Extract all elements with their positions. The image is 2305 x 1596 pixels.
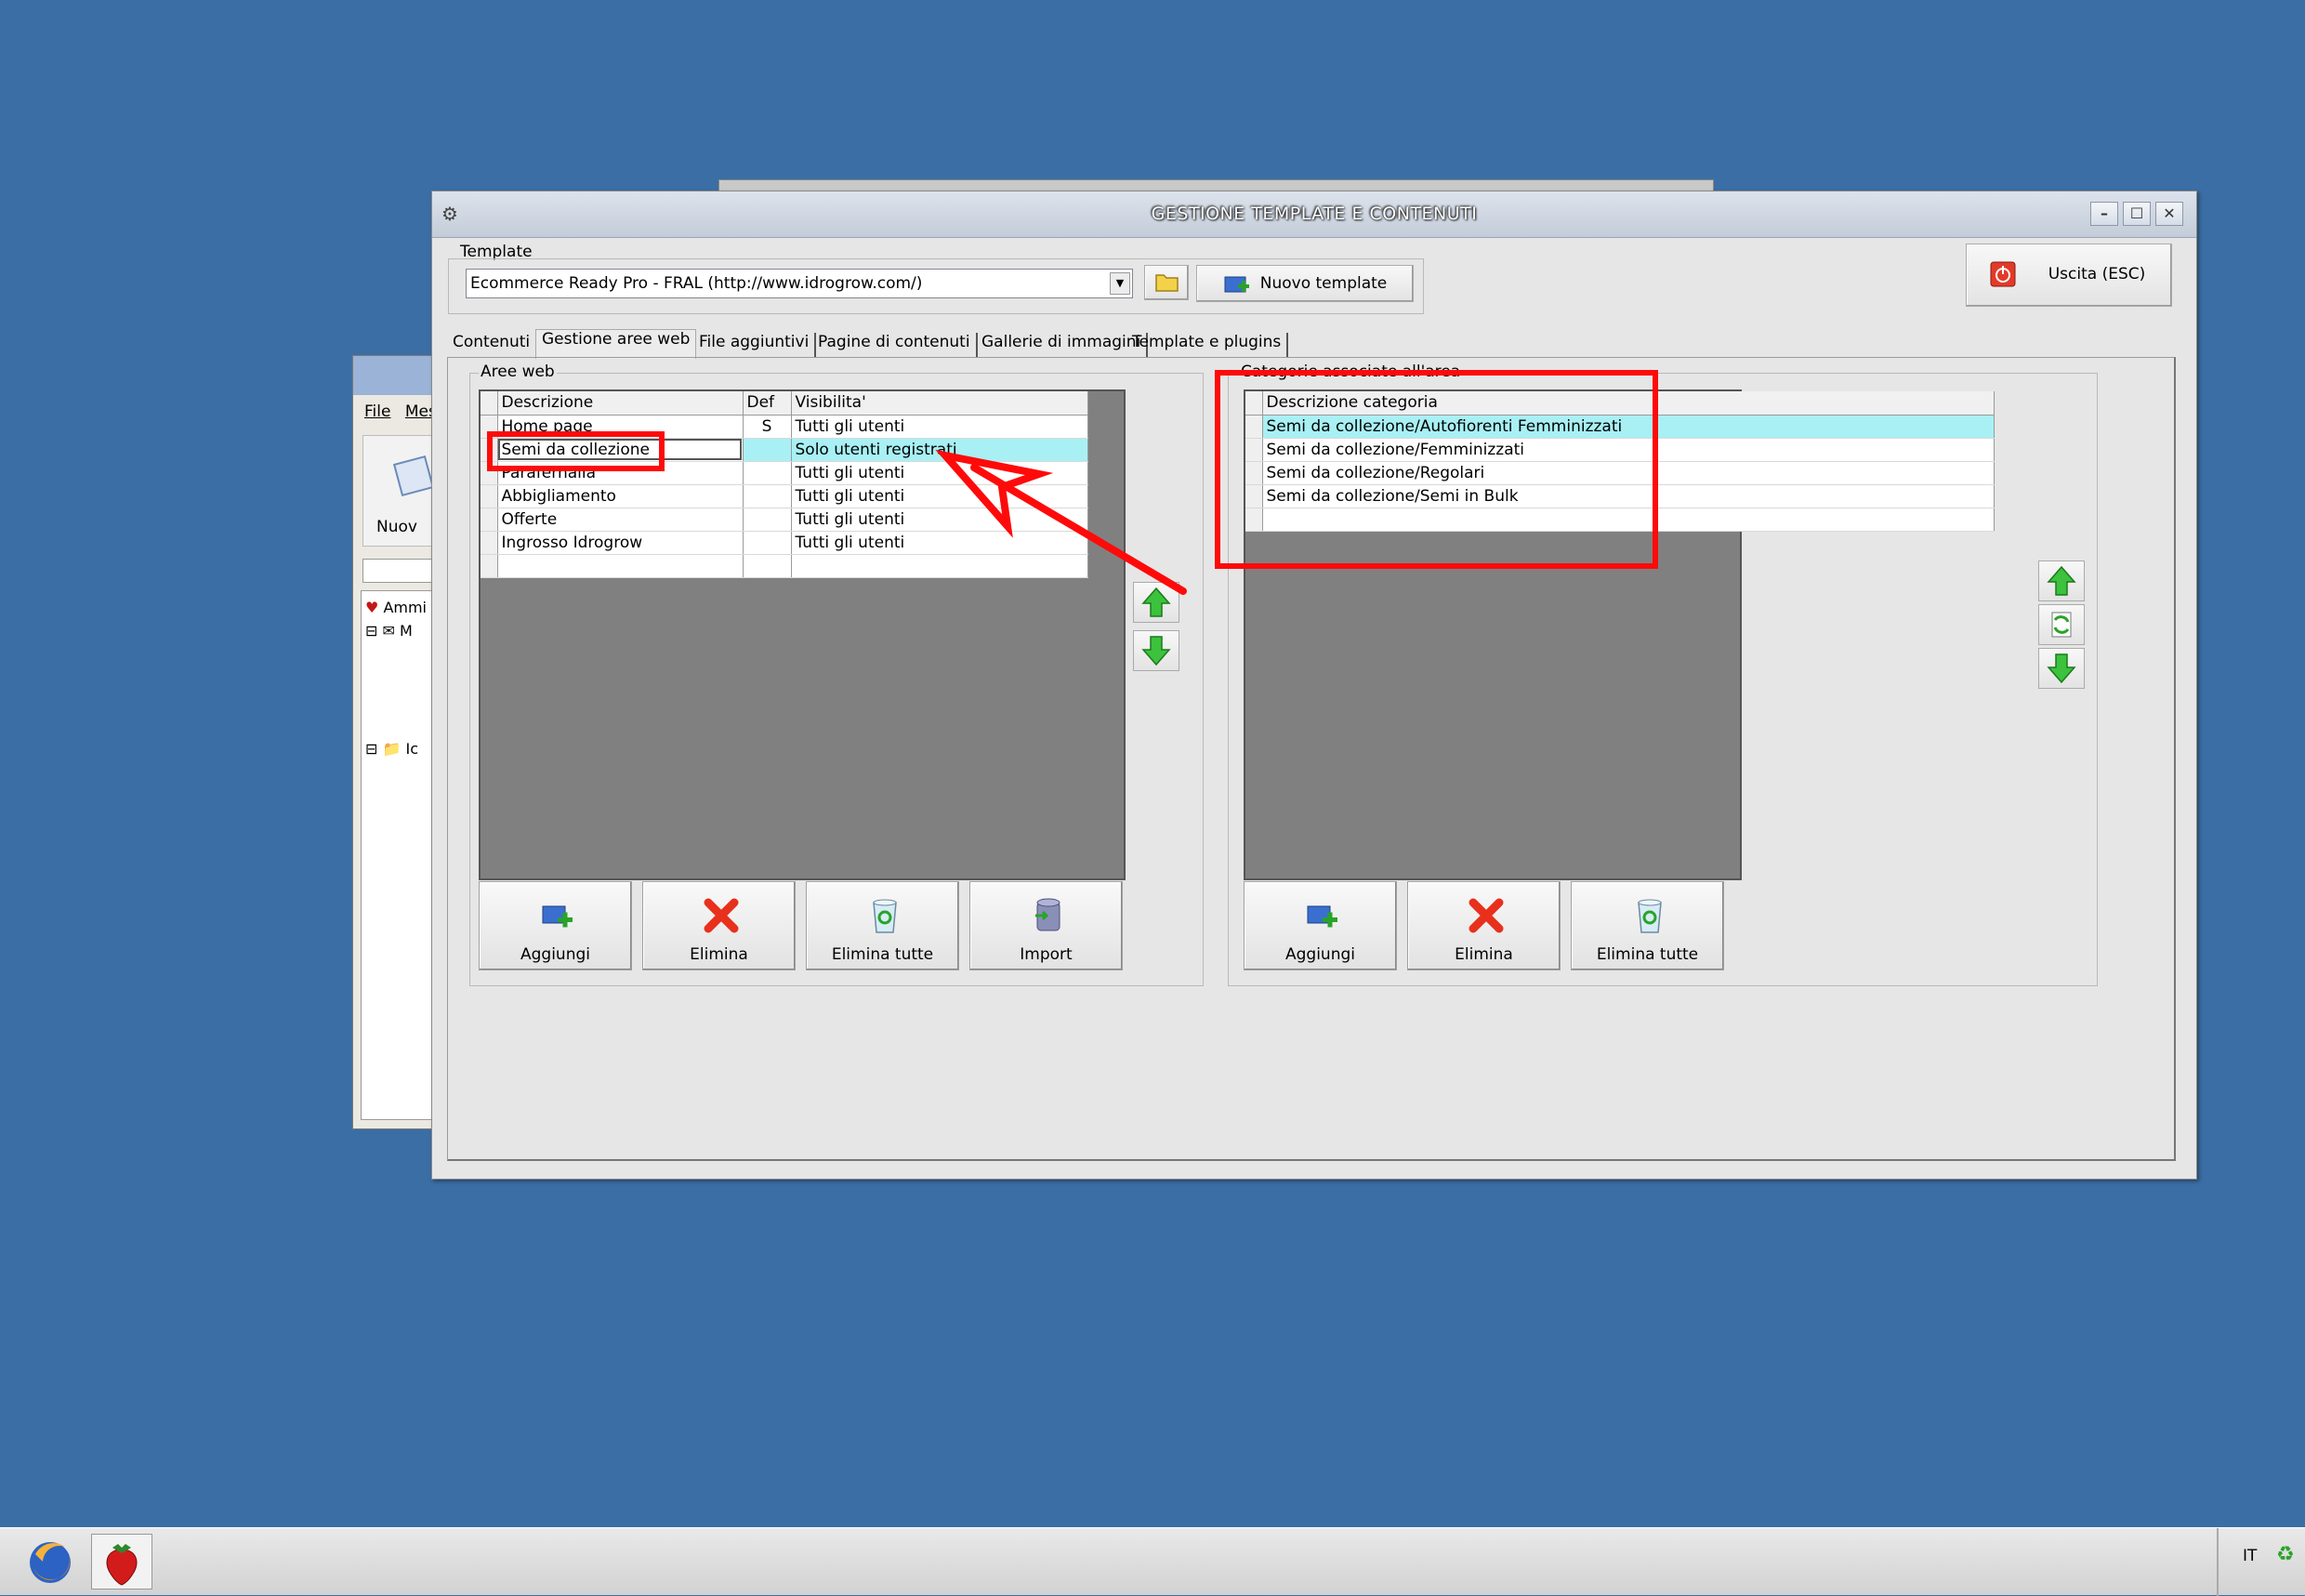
minimize-button[interactable]: – xyxy=(2090,202,2118,226)
cell-def[interactable] xyxy=(743,531,792,555)
tree-item-admin[interactable]: ♥ Ammi xyxy=(365,599,427,616)
tab-gestione-aree-web[interactable]: Gestione aree web xyxy=(535,329,697,359)
refresh-icon xyxy=(2051,612,2072,638)
category-move-down-button[interactable] xyxy=(2038,648,2085,689)
add-icon xyxy=(542,905,573,928)
cell-def[interactable] xyxy=(743,484,792,508)
categorie-delete-button[interactable]: Elimina xyxy=(1407,881,1561,970)
arrow-up-icon xyxy=(1141,587,1171,617)
cell-visibilita[interactable]: Tutti gli utenti xyxy=(791,508,1088,532)
row-indicator xyxy=(481,391,498,415)
template-select-value: Ecommerce Ready Pro - FRAL (http://www.i… xyxy=(470,274,923,293)
cell-visibilita[interactable]: Tutti gli utenti xyxy=(791,531,1088,555)
system-tray: IT ♻ xyxy=(2217,1528,2305,1596)
table-row-new[interactable] xyxy=(481,554,1088,578)
category-move-up-button[interactable] xyxy=(2038,561,2085,601)
aree-add-button[interactable]: Aggiungi xyxy=(479,881,632,970)
aree-delete-all-button[interactable]: Elimina tutte xyxy=(806,881,959,970)
tab-template-e-plugins[interactable]: Template e plugins xyxy=(1126,333,1289,357)
folder-icon xyxy=(1155,274,1179,292)
strawberry-icon xyxy=(106,1544,138,1586)
tab-contenuti[interactable]: Contenuti xyxy=(447,333,538,357)
categorie-delete-label: Elimina xyxy=(1455,945,1513,964)
arrow-down-icon xyxy=(2047,653,2076,684)
categorie-add-label: Aggiungi xyxy=(1285,945,1355,964)
firefox-icon xyxy=(30,1542,71,1583)
aree-import-label: Import xyxy=(1020,945,1073,964)
categorie-delete-all-label: Elimina tutte xyxy=(1596,945,1699,964)
cell-def[interactable]: S xyxy=(743,415,792,439)
aree-delete-button[interactable]: Elimina xyxy=(642,881,796,970)
recycle-bin-icon xyxy=(1638,899,1662,933)
column-header-def[interactable]: Def xyxy=(743,391,792,415)
column-header-visibilita[interactable]: Visibilita' xyxy=(791,391,1088,415)
tab-pagine-di-contenuti[interactable]: Pagine di contenuti xyxy=(812,333,978,357)
cell-visibilita[interactable]: Tutti gli utenti xyxy=(791,461,1088,485)
cell-def[interactable] xyxy=(743,461,792,485)
cell-def[interactable] xyxy=(743,438,792,462)
cell-descrizione[interactable]: Abbigliamento xyxy=(497,484,744,508)
cell-visibilita[interactable]: Tutti gli utenti xyxy=(791,415,1088,439)
open-folder-button[interactable] xyxy=(1144,265,1189,300)
menu-file[interactable]: File xyxy=(364,402,390,421)
recycle-bin-icon xyxy=(873,899,897,933)
delete-x-icon xyxy=(704,898,739,933)
column-header-descrizione[interactable]: Descrizione xyxy=(497,391,744,415)
table-row[interactable]: Abbigliamento Tutti gli utenti xyxy=(481,484,1088,508)
aree-import-button[interactable]: Import xyxy=(969,881,1123,970)
arrow-up-icon xyxy=(2047,565,2076,596)
categorie-delete-all-button[interactable]: Elimina tutte xyxy=(1571,881,1724,970)
taskbar: IT ♻ xyxy=(0,1527,2305,1596)
aree-add-label: Aggiungi xyxy=(520,945,590,964)
tab-file-aggiuntivi[interactable]: File aggiuntivi xyxy=(693,333,817,357)
tree-item-m[interactable]: ⊟ ✉ M xyxy=(365,622,413,640)
tab-gallerie-di-immagini[interactable]: Gallerie di immagini xyxy=(976,333,1149,357)
table-row[interactable]: Ingrosso Idrogrow Tutti gli utenti xyxy=(481,531,1088,555)
new-template-button[interactable]: Nuovo template xyxy=(1196,265,1414,302)
aree-delete-all-label: Elimina tutte xyxy=(831,945,934,964)
category-refresh-button[interactable] xyxy=(2038,604,2085,645)
window-titlebar: ⚙ GESTIONE TEMPLATE E CONTENUTI – ☐ ✕ xyxy=(432,191,2196,238)
cell-def[interactable] xyxy=(743,508,792,532)
template-select[interactable]: Ecommerce Ready Pro - FRAL (http://www.i… xyxy=(466,269,1133,298)
expand-icon: ⊟ 📁 xyxy=(365,740,402,758)
categorie-add-button[interactable]: Aggiungi xyxy=(1244,881,1397,970)
window-title: GESTIONE TEMPLATE E CONTENUTI xyxy=(1151,204,1478,224)
arrow-down-icon xyxy=(1141,636,1171,666)
new-template-label: Nuovo template xyxy=(1259,274,1388,293)
power-icon xyxy=(1990,261,2016,287)
exit-label: Uscita (ESC) xyxy=(2048,265,2146,284)
annotation-box-categories xyxy=(1215,370,1658,569)
maximize-button[interactable]: ☐ xyxy=(2123,202,2151,226)
language-indicator[interactable]: IT xyxy=(2243,1547,2257,1565)
cell-visibilita[interactable]: Solo utenti registrati xyxy=(791,438,1088,462)
new-message-label: Nuov xyxy=(376,518,417,536)
move-down-button[interactable] xyxy=(1133,630,1179,671)
delete-x-icon xyxy=(1469,898,1504,933)
cell-descrizione[interactable]: Ingrosso Idrogrow xyxy=(497,531,744,555)
chevron-down-icon[interactable]: ▼ xyxy=(1110,272,1130,295)
taskbar-firefox[interactable] xyxy=(22,1534,84,1589)
close-button[interactable]: ✕ xyxy=(2155,202,2183,226)
cell-descrizione[interactable]: Offerte xyxy=(497,508,744,532)
taskbar-app[interactable] xyxy=(91,1534,152,1589)
exit-button[interactable]: Uscita (ESC) xyxy=(1966,244,2172,307)
add-icon xyxy=(1307,905,1337,928)
move-up-button[interactable] xyxy=(1133,582,1179,623)
network-icon[interactable]: ♻ xyxy=(2276,1543,2295,1566)
table-row[interactable]: Offerte Tutti gli utenti xyxy=(481,508,1088,532)
annotation-box-selected-area xyxy=(487,431,665,471)
strawberry-icon: ♥ xyxy=(365,599,379,616)
tree-item-ic[interactable]: ⊟ 📁 Ic xyxy=(365,740,418,758)
main-window: ⚙ GESTIONE TEMPLATE E CONTENUTI – ☐ ✕ Te… xyxy=(431,191,2197,1180)
envelope-icon xyxy=(392,455,435,497)
database-import-icon xyxy=(1035,898,1060,931)
expand-icon: ⊟ ✉ xyxy=(365,622,395,640)
aree-web-label: Aree web xyxy=(479,363,557,381)
aree-delete-label: Elimina xyxy=(690,945,748,964)
cell-visibilita[interactable]: Tutti gli utenti xyxy=(791,484,1088,508)
